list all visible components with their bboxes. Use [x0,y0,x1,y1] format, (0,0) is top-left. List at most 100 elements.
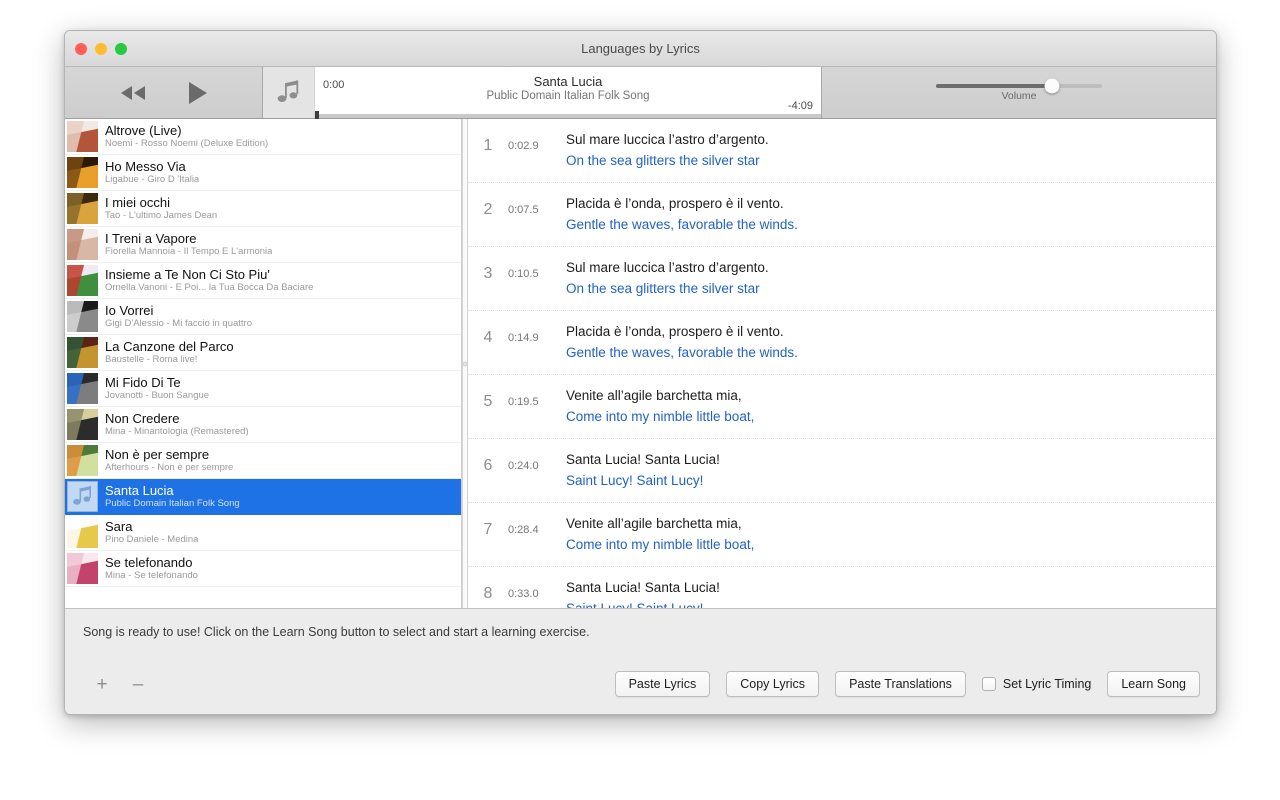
rewind-icon[interactable] [119,84,147,102]
song-subtitle: Ligabue - Giro D 'Italia [105,174,200,185]
set-lyric-timing-checkbox-wrap[interactable]: Set Lyric Timing [981,677,1092,691]
play-icon[interactable] [187,81,209,105]
song-meta: Io Vorrei Gigi D'Alessio - Mi faccio in q… [105,303,252,330]
lyric-row[interactable]: 8 0:33.0Santa Lucia! Santa Lucia!Saint Lu… [468,567,1216,608]
song-list-item[interactable]: Se telefonando Mina - Se telefonando [65,551,461,587]
song-list-item[interactable]: Sara Pino Daniele - Medina [65,515,461,551]
song-subtitle: Jovanotti - Buon Sangue [105,390,210,401]
lyric-translation[interactable]: Gentle the waves, favorable the winds. [566,342,1200,363]
song-list-item[interactable]: Io Vorrei Gigi D'Alessio - Mi faccio in q… [65,299,461,335]
lyric-row[interactable]: 7 0:28.4 Venite all’agile barchetta mia, Co… [468,503,1216,567]
add-song-button[interactable]: + [91,673,113,695]
lyric-timestamp[interactable]: 0:33.0 [508,577,566,608]
lyric-original[interactable]: Placida è l’onda, prospero è il vento. [566,321,1200,342]
album-art [67,193,98,224]
song-title: Non Credere [105,411,180,426]
now-playing-display: Santa Lucia Public Domain Italian Folk S… [262,67,822,120]
lyric-row[interactable]: 2 0:07.5 Placida è l’onda, prospero è il v… [468,183,1216,247]
lyric-text: Sul mare luccica l’astro d’argento. On th… [566,129,1216,171]
lyric-original[interactable]: Santa Lucia! Santa Lucia! [566,449,1200,470]
lyric-translation[interactable]: Come into my nimble little boat, [566,534,1200,555]
lyric-original[interactable]: Venite all’agile barchetta mia, [566,513,1200,534]
song-subtitle: Mina - Minantologia (Remastered) [105,426,249,437]
lyrics-list[interactable]: 1 0:02.9 Sul mare luccica l’astro d’argent… [462,119,1216,608]
copy-lyrics-button[interactable]: Copy Lyrics [726,671,820,697]
lyric-row[interactable]: 1 0:02.9 Sul mare luccica l’astro d’argent… [468,119,1216,183]
set-lyric-timing-label: Set Lyric Timing [1002,677,1092,691]
lyric-translation[interactable]: Gentle the waves, favorable the winds. [566,214,1200,235]
set-lyric-timing-checkbox[interactable] [981,677,996,691]
panel-splitter[interactable] [462,119,468,608]
song-title: Non è per sempre [105,447,210,462]
volume-knob[interactable] [1044,78,1060,93]
lyric-timestamp[interactable]: 0:28.4 [508,513,566,547]
song-subtitle: Public Domain Italian Folk Song [105,498,240,509]
lyric-translation[interactable]: On the sea glitters the silver star [566,150,1200,171]
paste-lyrics-button[interactable]: Paste Lyrics [614,671,711,697]
song-list-item[interactable]: Ho Messo Via Ligabue - Giro D 'Italia [65,155,461,191]
now-playing-body: Santa Lucia Public Domain Italian Folk S… [315,67,821,120]
lyric-line-number: 6 [483,457,493,474]
lyric-line-number: 7 [483,521,493,538]
splitter-handle-dot[interactable] [462,361,468,366]
lyric-timestamp[interactable]: 0:14.9 [508,321,566,355]
lyric-translation[interactable]: On the sea glitters the silver star [566,278,1200,299]
maximize-window-button[interactable] [115,42,127,55]
song-list-item[interactable]: Non Credere Mina - Minantologia (Remaster… [65,407,461,443]
song-subtitle: Fiorella Mannoia - Il Tempo E L'armonia [105,246,273,257]
lyric-timestamp[interactable]: 0:24.0 [508,449,566,483]
lyric-timestamp[interactable]: 0:10.5 [508,257,566,291]
add-remove-group: + – [91,673,149,695]
elapsed-time: 0:00 [323,79,345,91]
lyric-translation[interactable]: Come into my nimble little boat, [566,406,1200,427]
album-art-placeholder-icon [67,481,98,512]
volume-slider[interactable] [936,78,1102,93]
lyric-original[interactable]: Sul mare luccica l’astro d’argento. [566,129,1200,150]
lyric-timestamp[interactable]: 0:19.5 [508,385,566,419]
traffic-lights [75,42,127,55]
remove-song-button[interactable]: – [127,673,149,695]
album-art [67,445,98,476]
paste-translations-button[interactable]: Paste Translations [835,671,966,697]
lyric-original[interactable]: Venite all’agile barchetta mia, [566,385,1200,406]
album-art [67,337,98,368]
song-list-item[interactable]: Non è per sempre Afterhours - Non è per s… [65,443,461,479]
song-list-item[interactable]: I miei occhi Tao - L'ultimo James Dean [65,191,461,227]
song-subtitle: Tao - L'ultimo James Dean [105,210,218,221]
song-meta: Altrove (Live) Noemi - Rosso Noemi (Delux… [105,123,268,150]
lyric-original[interactable]: Placida è l’onda, prospero è il vento. [566,193,1200,214]
song-title: Altrove (Live) [105,123,182,138]
song-meta: I Treni a Vapore Fiorella Mannoia - Il Te… [105,231,272,258]
song-list-item[interactable]: La Canzone del Parco Baustelle - Roma liv… [65,335,461,371]
album-art [67,553,98,584]
music-note-icon [263,67,315,118]
lyric-row[interactable]: 3 0:10.5 Sul mare luccica l’astro d’argent… [468,247,1216,311]
lyric-timestamp[interactable]: 0:02.9 [508,129,566,163]
song-list-item[interactable]: Insieme a Te Non Ci Sto Piu' Ornella Vano… [65,263,461,299]
lyric-line-number: 4 [483,329,493,346]
minimize-window-button[interactable] [95,42,107,55]
song-list-item[interactable]: Santa Lucia Public Domain Italian Folk So… [65,479,461,515]
lyric-line-number: 5 [483,393,493,410]
song-list[interactable]: Altrove (Live) Noemi - Rosso Noemi (Delux… [65,119,462,608]
song-list-item[interactable]: I Treni a Vapore Fiorella Mannoia - Il Te… [65,227,461,263]
lyric-translation[interactable]: Saint Lucy! Saint Lucy! [566,598,1200,608]
now-playing-subtitle: Public Domain Italian Folk Song [486,90,650,102]
lyric-original[interactable]: Sul mare luccica l’astro d’argento. [566,257,1200,278]
song-list-item[interactable]: Mi Fido Di Te Jovanotti - Buon Sangue [65,371,461,407]
close-window-button[interactable] [75,42,87,55]
volume-label: Volume [1001,89,1037,102]
lyric-row[interactable]: 5 0:19.5 Venite all’agile barchetta mia, Co… [468,375,1216,439]
lyric-timestamp[interactable]: 0:07.5 [508,193,566,227]
scrubber-track[interactable] [315,111,821,120]
song-list-item[interactable]: Altrove (Live) Noemi - Rosso Noemi (Delux… [65,119,461,155]
lyric-line-number: 1 [483,137,493,154]
song-meta: Non Credere Mina - Minantologia (Remaster… [105,411,249,438]
song-title: Se telefonando [105,555,193,570]
learn-song-button[interactable]: Learn Song [1107,671,1200,697]
song-meta: Sara Pino Daniele - Medina [105,519,198,546]
lyric-original[interactable]: Santa Lucia! Santa Lucia! [566,577,1200,598]
lyric-translation[interactable]: Saint Lucy! Saint Lucy! [566,470,1200,491]
lyric-row[interactable]: 4 0:14.9 Placida è l’onda, prospero è il v… [468,311,1216,375]
lyric-row[interactable]: 6 0:24.0 Santa Lucia! Santa Lucia! Saint Lu… [468,439,1216,503]
